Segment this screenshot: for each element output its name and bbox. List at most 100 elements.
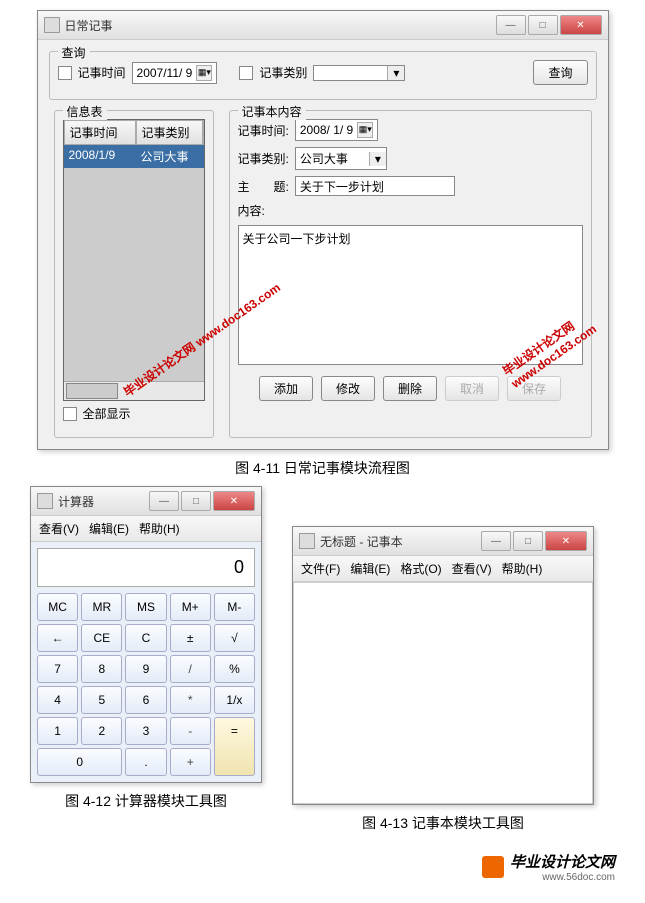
category-label: 记事类别 [259, 64, 307, 81]
date-value: 2007/11/ 9 [137, 66, 193, 80]
notepad-close-button[interactable]: ✕ [545, 531, 587, 551]
calc-mminus[interactable]: M- [214, 593, 255, 621]
calc-c[interactable]: C [125, 624, 166, 652]
calc-mc[interactable]: MC [37, 593, 78, 621]
notepad-titlebar[interactable]: 无标题 - 记事本 — □ ✕ [293, 527, 593, 556]
show-all-label: 全部显示 [83, 405, 131, 422]
calc-6[interactable]: 6 [125, 686, 166, 714]
scroll-thumb[interactable] [66, 383, 118, 399]
calc-recip[interactable]: 1/x [214, 686, 255, 714]
col-time[interactable]: 记事时间 [64, 120, 136, 145]
calc-display: 0 [37, 548, 255, 587]
grid-header: 记事时间 记事类别 关 [64, 120, 204, 145]
calc-div[interactable]: / [170, 655, 211, 683]
info-table-group: 信息表 记事时间 记事类别 关 2008/1/9 公司大事 关 [54, 110, 214, 438]
combo-text [314, 71, 387, 75]
calc-dot[interactable]: . [125, 748, 166, 776]
notepad-window: 无标题 - 记事本 — □ ✕ 文件(F) 编辑(E) 格式(O) 查看(V) … [292, 526, 594, 805]
query-date-picker[interactable]: 2007/11/ 9 ▦▾ [132, 62, 218, 84]
calc-titlebar[interactable]: 计算器 — □ ✕ [31, 487, 261, 516]
chevron-down-icon: ▾ [387, 66, 404, 80]
date-dropdown-icon[interactable]: ▦▾ [196, 65, 212, 81]
calc-sub[interactable]: - [170, 717, 211, 745]
footer-url: www.56doc.com [510, 872, 615, 883]
notepad-max-button[interactable]: □ [513, 531, 543, 551]
calc-mul[interactable]: * [170, 686, 211, 714]
cancel-button[interactable]: 取消 [445, 376, 499, 401]
menu-format[interactable]: 格式(O) [400, 560, 441, 577]
menu-help[interactable]: 帮助(H) [139, 520, 180, 537]
calc-3[interactable]: 3 [125, 717, 166, 745]
calc-1[interactable]: 1 [37, 717, 78, 745]
content-category-combo[interactable]: 公司大事 ▾ [295, 147, 387, 170]
figure-caption-1: 图 4-11 日常记事模块流程图 [10, 458, 635, 478]
calc-5[interactable]: 5 [81, 686, 122, 714]
body-label: 内容: [238, 202, 265, 219]
delete-button[interactable]: 删除 [383, 376, 437, 401]
content-date-picker[interactable]: 2008/ 1/ 9 ▦▾ [295, 119, 378, 141]
titlebar[interactable]: 日常记事 — □ ✕ [38, 11, 608, 40]
menu-file[interactable]: 文件(F) [301, 560, 340, 577]
calc-icon [37, 493, 53, 509]
show-all-checkbox[interactable] [63, 407, 77, 421]
data-grid[interactable]: 记事时间 记事类别 关 2008/1/9 公司大事 关 [63, 119, 205, 401]
content-date-btn[interactable]: ▦▾ [357, 122, 373, 138]
calc-menubar: 查看(V) 编辑(E) 帮助(H) [31, 516, 261, 542]
col-category[interactable]: 记事类别 [136, 120, 203, 145]
calc-8[interactable]: 8 [81, 655, 122, 683]
notepad-editor[interactable] [293, 582, 593, 804]
menu-view[interactable]: 查看(V) [452, 560, 492, 577]
menu-view[interactable]: 查看(V) [39, 520, 79, 537]
content-legend: 记事本内容 [238, 103, 306, 120]
calc-min-button[interactable]: — [149, 491, 179, 511]
calc-close-button[interactable]: ✕ [213, 491, 255, 511]
subject-input[interactable] [295, 176, 455, 196]
add-button[interactable]: 添加 [259, 376, 313, 401]
close-button[interactable]: ✕ [560, 15, 602, 35]
table-row[interactable]: 2008/1/9 公司大事 关 [64, 145, 204, 168]
calc-9[interactable]: 9 [125, 655, 166, 683]
category-combo[interactable]: ▾ [313, 65, 405, 81]
calc-back[interactable]: ← [37, 624, 78, 652]
calc-max-button[interactable]: □ [181, 491, 211, 511]
calc-2[interactable]: 2 [81, 717, 122, 745]
menu-help[interactable]: 帮助(H) [502, 560, 543, 577]
save-button[interactable]: 保存 [507, 376, 561, 401]
daily-notes-window: 日常记事 — □ ✕ 查询 记事时间 2007/11/ 9 ▦▾ 记事类别 [37, 10, 609, 450]
calc-0[interactable]: 0 [37, 748, 122, 776]
calc-keypad: MC MR MS M+ M- ← CE C ± √ 7 8 9 / % 4 5 [37, 593, 255, 776]
window-title: 日常记事 [65, 17, 496, 34]
content-date-value: 2008/ 1/ 9 [300, 123, 353, 137]
calculator-window: 计算器 — □ ✕ 查看(V) 编辑(E) 帮助(H) 0 MC MR MS M… [30, 486, 262, 783]
calc-add[interactable]: + [170, 748, 211, 776]
minimize-button[interactable]: — [496, 15, 526, 35]
horizontal-scrollbar[interactable] [64, 381, 204, 400]
calc-mplus[interactable]: M+ [170, 593, 211, 621]
calc-neg[interactable]: ± [170, 624, 211, 652]
col-extra[interactable]: 关 [203, 120, 205, 145]
calc-sqrt[interactable]: √ [214, 624, 255, 652]
edit-button[interactable]: 修改 [321, 376, 375, 401]
cell-cat: 公司大事 [136, 145, 203, 168]
calc-pct[interactable]: % [214, 655, 255, 683]
calc-4[interactable]: 4 [37, 686, 78, 714]
menu-edit[interactable]: 编辑(E) [350, 560, 390, 577]
time-checkbox[interactable] [58, 66, 72, 80]
maximize-button[interactable]: □ [528, 15, 558, 35]
category-checkbox[interactable] [239, 66, 253, 80]
calc-eq[interactable]: = [214, 717, 255, 776]
calc-mr[interactable]: MR [81, 593, 122, 621]
cell-time: 2008/1/9 [64, 145, 136, 168]
query-legend: 查询 [58, 44, 90, 61]
subject-label: 主 题: [238, 178, 289, 195]
calc-ce[interactable]: CE [81, 624, 122, 652]
notepad-menubar: 文件(F) 编辑(E) 格式(O) 查看(V) 帮助(H) [293, 556, 593, 582]
notepad-icon [299, 533, 315, 549]
calc-7[interactable]: 7 [37, 655, 78, 683]
notepad-min-button[interactable]: — [481, 531, 511, 551]
content-textarea[interactable]: 关于公司一下步计划 [238, 225, 583, 365]
menu-edit[interactable]: 编辑(E) [89, 520, 129, 537]
query-button[interactable]: 查询 [533, 60, 587, 85]
calc-ms[interactable]: MS [125, 593, 166, 621]
time-label: 记事时间 [78, 64, 126, 81]
